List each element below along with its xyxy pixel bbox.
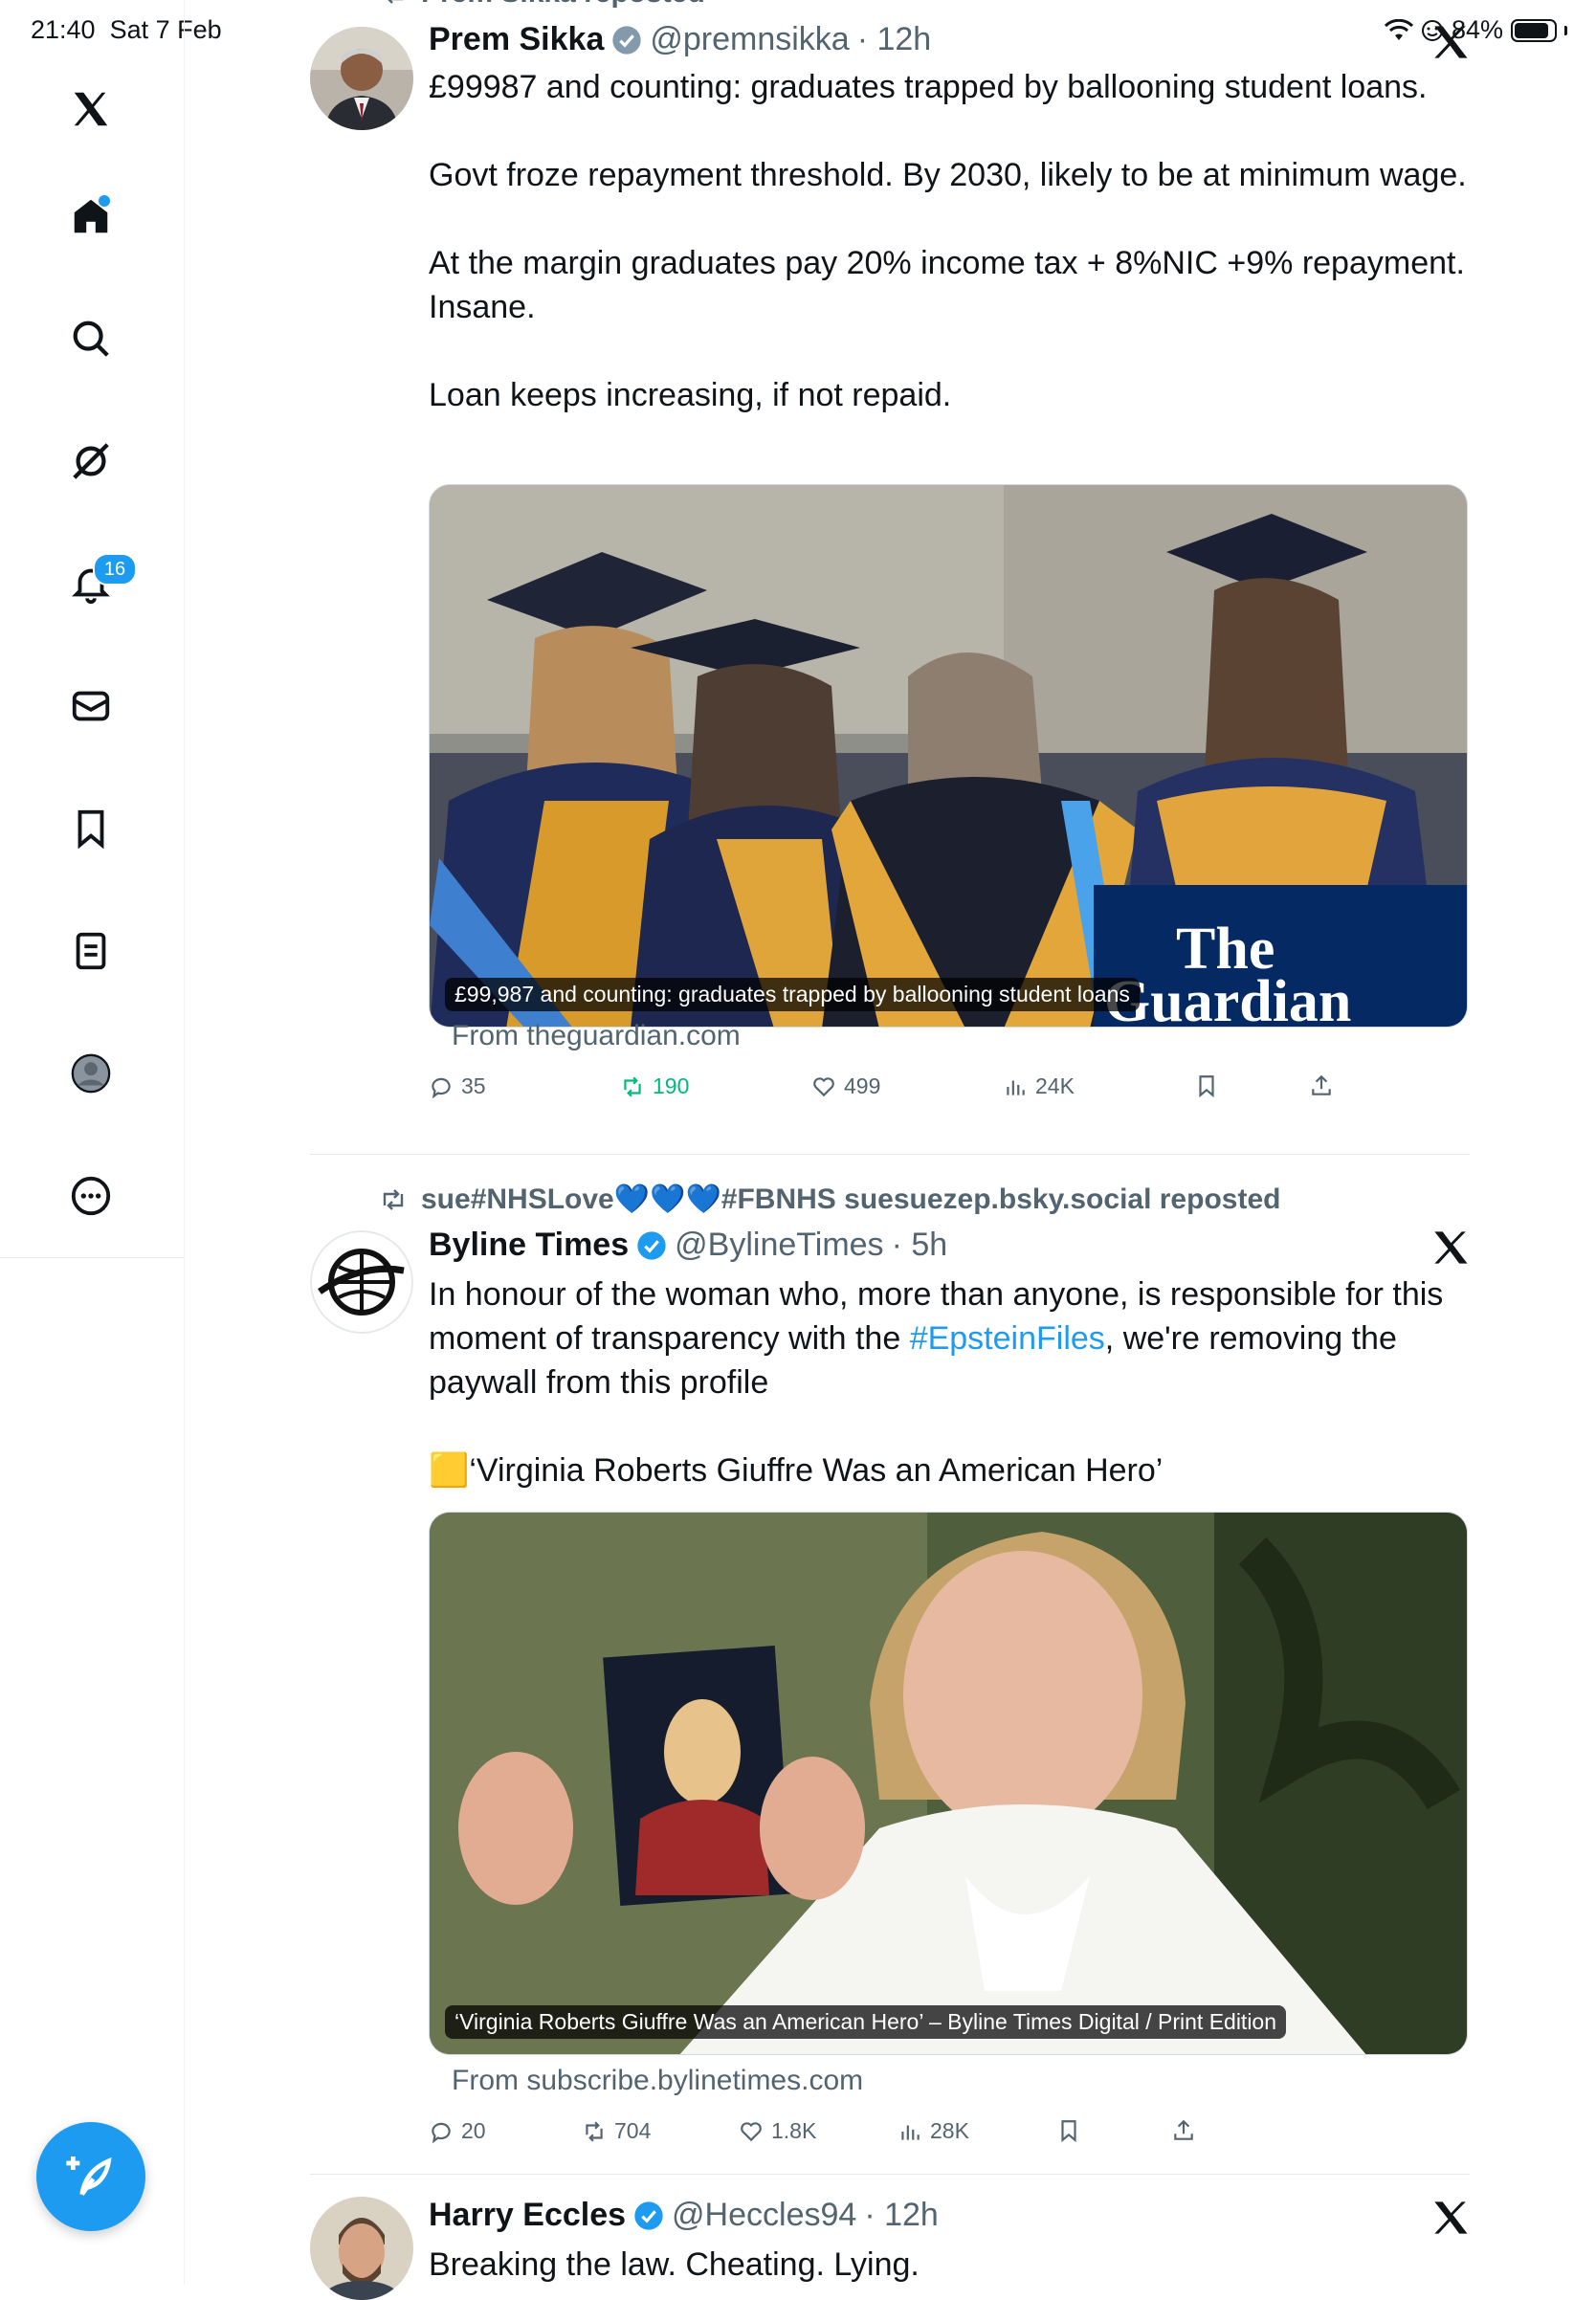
- tweet-header: Prem Sikka @premnsikka · 12h: [429, 21, 931, 58]
- tweet-header: Byline Times @BylineTimes · 5h: [429, 1227, 947, 1264]
- share-button[interactable]: [1309, 1073, 1334, 1098]
- repost-icon: [586, 2120, 603, 2142]
- bell-icon[interactable]: 16: [60, 553, 137, 614]
- author-handle[interactable]: @BylineTimes: [675, 1227, 883, 1264]
- tweet-actions: 20 704 1.8K 28K: [429, 2118, 1470, 2156]
- views-button[interactable]: 28K: [898, 2118, 969, 2144]
- media-caption: £99,987 and counting: graduates trapped …: [445, 978, 1140, 1011]
- portrait-photo: [430, 1513, 1467, 2054]
- tweet-actions: 35 190 499 24K: [429, 1073, 1470, 1112]
- tweet-divider: [310, 2174, 1470, 2175]
- repost-icon: [383, 1188, 404, 1210]
- share-icon: [1174, 2119, 1193, 2140]
- views-button[interactable]: 24K: [1003, 1073, 1075, 1099]
- sidebar: 16: [0, 0, 185, 2285]
- list-icon[interactable]: [60, 920, 122, 982]
- heart-icon: [741, 2121, 762, 2141]
- x-logo-icon[interactable]: [60, 78, 122, 140]
- bookmark-icon[interactable]: [60, 798, 122, 859]
- tweet-divider: [310, 1154, 1470, 1155]
- views-icon: [901, 2125, 920, 2140]
- tweet-text: In honour of the woman who, more than an…: [429, 1272, 1470, 1493]
- tweet-text: Breaking the law. Cheating. Lying.: [429, 2246, 920, 2283]
- bookmark-icon: [1061, 2120, 1076, 2143]
- verified-badge-icon: [637, 1230, 666, 1260]
- x-source-icon: [1434, 2201, 1468, 2234]
- repost-indicator: sue#NHSLove💙💙💙#FBNHS suesuezep.bsky.soci…: [379, 1183, 1280, 1216]
- avatar[interactable]: [310, 1230, 413, 1334]
- search-icon[interactable]: [60, 308, 122, 369]
- share-button[interactable]: [1171, 2118, 1196, 2143]
- heart-icon: [813, 1076, 834, 1096]
- media-caption: ‘Virginia Roberts Giuffre Was an America…: [445, 2005, 1287, 2039]
- status-indicators: 84%: [1384, 15, 1567, 45]
- tweet-text: £99987 and counting: graduates trapped b…: [429, 69, 1467, 413]
- repost-indicator: Prem Sikka reposted: [379, 0, 705, 10]
- link-source[interactable]: From subscribe.bylinetimes.com: [452, 2065, 863, 2097]
- avatar-icon[interactable]: [60, 1043, 122, 1104]
- bookmark-button[interactable]: [1056, 2118, 1081, 2143]
- wifi-icon: [1384, 18, 1413, 40]
- bookmark-button[interactable]: [1194, 1073, 1219, 1098]
- like-button[interactable]: 1.8K: [739, 2118, 816, 2144]
- tweet-time: · 5h: [891, 1227, 948, 1263]
- grok-icon[interactable]: [60, 431, 122, 492]
- tweet-time: · 12h: [856, 21, 932, 57]
- x-source-icon: [1434, 26, 1468, 58]
- verified-badge-icon: [612, 25, 642, 55]
- repost-button[interactable]: 704: [582, 2118, 651, 2144]
- tweet-time: · 12h: [864, 2197, 939, 2233]
- verified-badge-icon: [634, 2200, 663, 2230]
- reply-button[interactable]: 35: [429, 1073, 486, 1099]
- graduation-photo: The Guardian: [430, 485, 1467, 1028]
- x-source-icon: [1434, 1231, 1468, 1264]
- link-card-image[interactable]: ‘Virginia Roberts Giuffre Was an America…: [429, 1512, 1468, 2055]
- repost-icon: [624, 1075, 641, 1097]
- notification-badge: 16: [93, 553, 137, 586]
- reply-icon: [432, 1077, 451, 1098]
- author-handle[interactable]: @premnsikka: [650, 21, 849, 58]
- mail-icon[interactable]: [60, 675, 122, 737]
- author-name[interactable]: Harry Eccles: [429, 2197, 626, 2234]
- repost-icon: [388, 0, 404, 4]
- tweet-header: Harry Eccles @Heccles94 · 12h: [429, 2197, 939, 2234]
- more-icon[interactable]: [60, 1165, 122, 1227]
- svg-text:Guardian: Guardian: [1104, 969, 1351, 1028]
- share-icon: [1312, 1074, 1331, 1095]
- link-source[interactable]: From theguardian.com: [452, 1020, 741, 1052]
- article-headline: 🟨‘Virginia Roberts Giuffre Was an Americ…: [429, 1452, 1164, 1489]
- battery-icon: [1511, 18, 1557, 42]
- reply-icon: [432, 2122, 451, 2143]
- unread-dot: [99, 195, 110, 207]
- feather-plus-icon: [66, 2156, 112, 2197]
- like-button[interactable]: 499: [811, 1073, 880, 1099]
- repost-button[interactable]: 190: [620, 1073, 689, 1099]
- avatar[interactable]: [310, 27, 413, 130]
- bookmark-icon: [1199, 1075, 1214, 1098]
- compose-button[interactable]: [36, 2122, 145, 2231]
- hashtag-link[interactable]: #EpsteinFiles: [910, 1320, 1105, 1357]
- views-icon: [1007, 1080, 1025, 1095]
- author-handle[interactable]: @Heccles94: [672, 2197, 856, 2234]
- sidebar-separator: [0, 1257, 184, 1258]
- author-name[interactable]: Prem Sikka: [429, 21, 604, 58]
- reply-button[interactable]: 20: [429, 2118, 486, 2144]
- home-icon[interactable]: [60, 186, 122, 247]
- author-name[interactable]: Byline Times: [429, 1227, 629, 1264]
- link-card-image[interactable]: The Guardian £99,987 and counting: gradu…: [429, 484, 1468, 1028]
